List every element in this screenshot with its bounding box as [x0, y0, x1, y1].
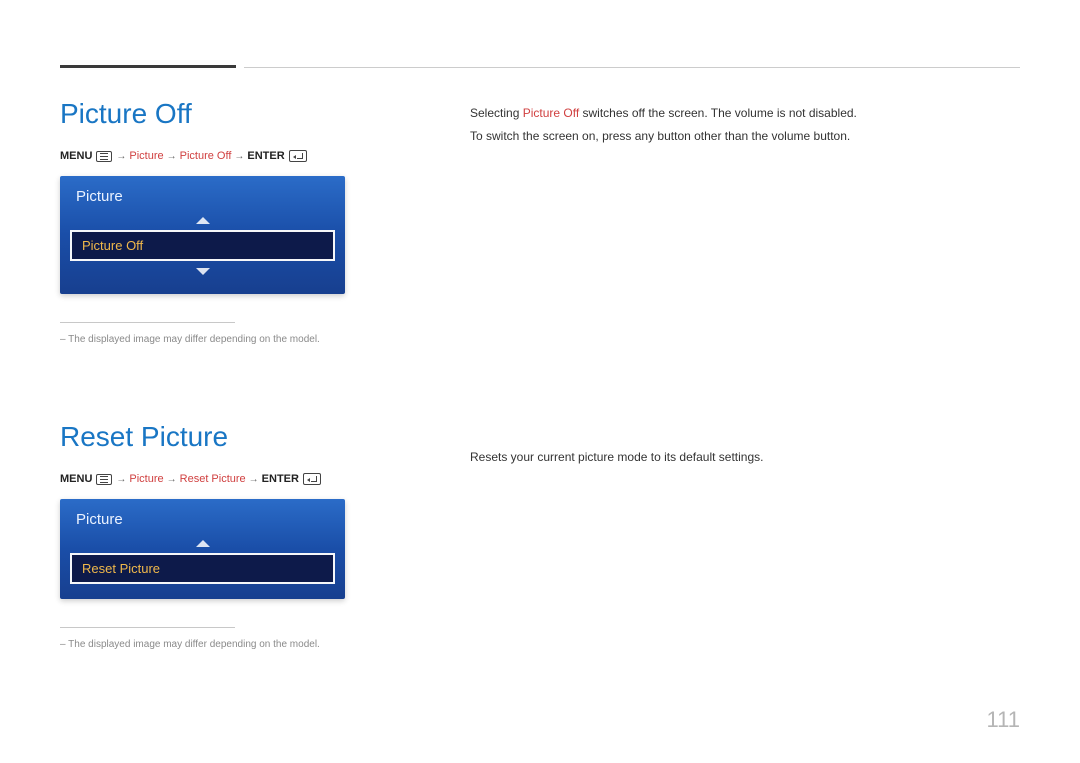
page-top-rule: [60, 65, 1020, 68]
enter-label: ENTER: [247, 150, 284, 162]
description-reset-picture: Resets your current picture mode to its …: [470, 446, 1020, 469]
content-wrapper: Picture Off MENU → Picture → Picture Off…: [60, 98, 1020, 652]
chevron-up-icon: [70, 211, 335, 229]
rule-thin: [244, 67, 1020, 68]
section-title-reset-picture: Reset Picture: [60, 421, 350, 453]
description-picture-off: Selecting Picture Off switches off the s…: [470, 102, 1020, 148]
menu-icon: [96, 474, 112, 485]
arrow-icon: →: [116, 151, 126, 162]
footnote-text: The displayed image may differ depending…: [60, 638, 350, 652]
menu-path-picture-off: MENU → Picture → Picture Off → ENTER: [60, 150, 350, 162]
desc-text: switches off the screen. The volume is n…: [579, 106, 857, 120]
osd-title: Picture: [70, 511, 335, 534]
osd-panel-picture-off: Picture Picture Off: [60, 176, 345, 294]
section-reset-picture-left: Reset Picture MENU → Picture → Reset Pic…: [60, 421, 350, 652]
chevron-up-icon: [70, 534, 335, 552]
enter-icon: [289, 150, 307, 162]
arrow-icon: →: [167, 151, 177, 162]
right-column: Selecting Picture Off switches off the s…: [470, 98, 1020, 652]
arrow-icon: →: [234, 151, 244, 162]
enter-label: ENTER: [262, 473, 299, 485]
desc-accent: Picture Off: [523, 106, 579, 120]
osd-selected-item: Picture Off: [70, 230, 335, 261]
menu-label: MENU: [60, 150, 92, 162]
left-column: Picture Off MENU → Picture → Picture Off…: [60, 98, 350, 652]
section-title-picture-off: Picture Off: [60, 98, 350, 130]
footnote-text: The displayed image may differ depending…: [60, 333, 350, 347]
path-step-picture-off: Picture Off: [180, 150, 232, 162]
menu-icon: [96, 151, 112, 162]
osd-title: Picture: [70, 188, 335, 211]
section-picture-off-left: Picture Off MENU → Picture → Picture Off…: [60, 98, 350, 347]
osd-panel-reset-picture: Picture Reset Picture: [60, 499, 345, 599]
desc-text: Resets your current picture mode to its …: [470, 450, 763, 464]
path-step-picture: Picture: [129, 150, 163, 162]
desc-text: Selecting: [470, 106, 523, 120]
page-number: 111: [987, 707, 1020, 733]
arrow-icon: →: [167, 474, 177, 485]
path-step-reset-picture: Reset Picture: [180, 473, 246, 485]
arrow-icon: →: [249, 474, 259, 485]
chevron-down-icon: [70, 262, 335, 280]
menu-path-reset-picture: MENU → Picture → Reset Picture → ENTER: [60, 473, 350, 485]
path-step-picture: Picture: [129, 473, 163, 485]
rule-thick: [60, 65, 236, 68]
osd-selected-item: Reset Picture: [70, 553, 335, 584]
footnote-rule: [60, 627, 235, 628]
footnote-rule: [60, 322, 235, 323]
arrow-icon: →: [116, 474, 126, 485]
menu-label: MENU: [60, 473, 92, 485]
enter-icon: [303, 473, 321, 485]
desc-text: To switch the screen on, press any butto…: [470, 129, 850, 143]
